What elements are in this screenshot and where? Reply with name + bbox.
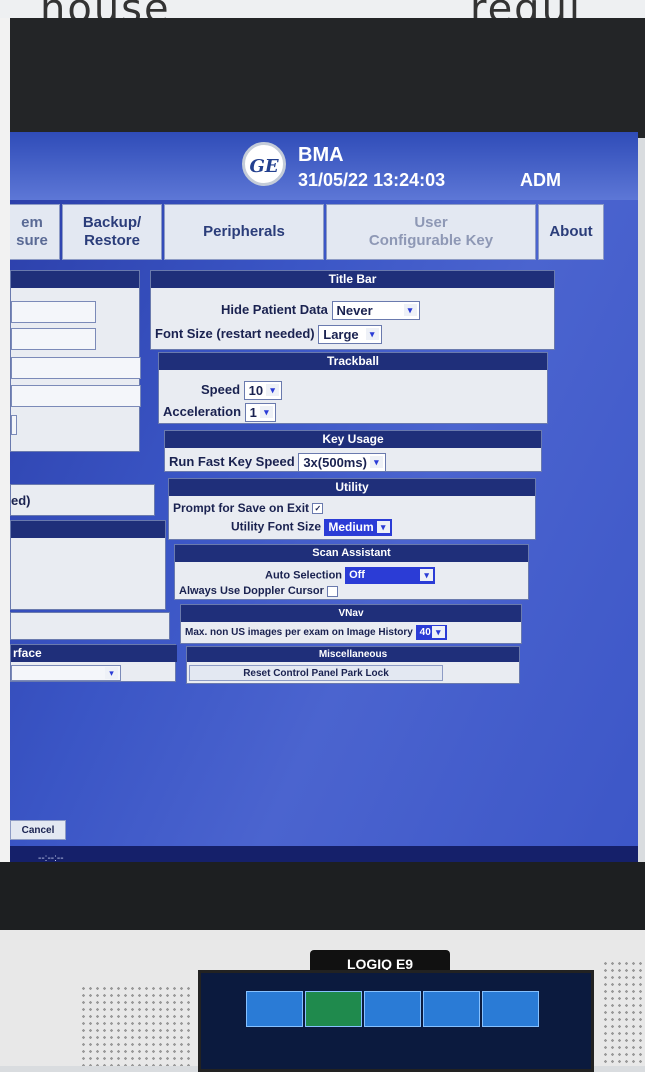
touch-button-5[interactable] — [482, 991, 539, 1027]
speed-select[interactable]: 10 ▾ — [243, 381, 283, 400]
font-size-value: Large — [323, 327, 359, 342]
monitor-bezel-top — [0, 18, 645, 138]
font-size-label: Font Size (restart needed) — [155, 325, 315, 341]
title-bar-panel: Title Bar Hide Patient Data Never ▾ Font… — [150, 270, 555, 350]
left-input-4[interactable] — [11, 385, 141, 407]
hide-patient-row: Hide Patient Data Never ▾ — [221, 301, 420, 320]
key-usage-panel: Key Usage Run Fast Key Speed 3x(500ms) ▾ — [164, 430, 542, 472]
acceleration-label: Acceleration — [163, 403, 242, 419]
auto-selection-label: Auto Selection — [265, 569, 343, 582]
prompt-save-row: Prompt for Save on Exit ✓ — [173, 501, 324, 515]
header-datetime: 31/05/22 13:24:03 — [298, 170, 446, 190]
auto-selection-row: Auto Selection Off ▾ — [265, 567, 436, 584]
left-panel-item: ed) — [10, 484, 155, 516]
chevron-down-icon: ▾ — [365, 328, 379, 340]
touch-button-1[interactable] — [246, 991, 303, 1027]
header-name: BMA — [298, 144, 344, 166]
utility-font-label: Utility Font Size — [231, 519, 321, 534]
left-input-5[interactable] — [11, 415, 17, 435]
speed-row: Speed 10 ▾ — [201, 381, 283, 400]
ge-logo-icon: GE — [242, 142, 286, 186]
touch-button-4[interactable] — [423, 991, 480, 1027]
touch-panel — [198, 970, 594, 1072]
left-panel-item-label: ed) — [11, 493, 31, 508]
vnav-max-value: 40 — [419, 627, 431, 638]
left-interface-select[interactable]: ▾ — [11, 665, 121, 681]
vnav-header: VNav — [181, 605, 521, 622]
left-panel-interface: rface ▾ — [10, 644, 177, 682]
left-input-2[interactable] — [11, 328, 96, 350]
speaker-grille-left — [80, 985, 190, 1066]
left-input-1[interactable] — [11, 301, 96, 323]
tab-peripherals[interactable]: Peripherals — [164, 204, 324, 260]
prompt-save-checkbox[interactable]: ✓ — [312, 503, 324, 515]
fast-key-label: Run Fast Key Speed — [169, 453, 295, 469]
speed-value: 10 — [248, 383, 264, 398]
monitor-bezel-bottom — [0, 862, 645, 940]
chevron-down-icon: ▾ — [369, 456, 383, 468]
doppler-label: Always Use Doppler Cursor — [179, 585, 324, 597]
tab-user-configurable-key[interactable]: User Configurable Key — [326, 204, 536, 260]
vnav-max-select[interactable]: 40 ▾ — [415, 625, 447, 640]
fast-key-select[interactable]: 3x(500ms) ▾ — [298, 453, 386, 472]
scan-assistant-panel: Scan Assistant Auto Selection Off ▾ Alwa… — [174, 544, 529, 600]
touch-button-2[interactable] — [305, 991, 362, 1027]
header-user: ADM — [520, 170, 561, 190]
chevron-down-icon: ▾ — [105, 667, 118, 679]
chevron-down-icon: ▾ — [403, 304, 417, 316]
acceleration-select[interactable]: 1 ▾ — [244, 403, 276, 422]
prompt-save-label: Prompt for Save on Exit — [173, 501, 310, 515]
reset-park-lock-button[interactable]: Reset Control Panel Park Lock — [189, 665, 443, 681]
left-panel-top — [10, 270, 141, 452]
utility-header: Utility — [169, 479, 535, 496]
speaker-grille-right — [602, 960, 645, 1066]
hide-patient-label: Hide Patient Data — [221, 301, 328, 317]
chevron-down-icon: ▾ — [420, 569, 434, 581]
fast-key-value: 3x(500ms) — [303, 455, 367, 470]
chevron-down-icon: ▾ — [376, 521, 390, 533]
left-section-header — [11, 271, 139, 288]
vnav-max-label: Max. non US images per exam on Image His… — [185, 627, 413, 639]
left-input-3[interactable] — [11, 357, 141, 379]
screen: GE BMA 31/05/22 13:24:03 ADM em sure Bac… — [10, 132, 638, 872]
left-panel-field — [10, 612, 170, 640]
tab-system-measure[interactable]: em sure — [10, 204, 60, 260]
auto-selection-select[interactable]: Off ▾ — [345, 567, 436, 584]
fast-key-row: Run Fast Key Speed 3x(500ms) ▾ — [169, 453, 386, 472]
doppler-row: Always Use Doppler Cursor — [179, 585, 338, 597]
left-panel-middle — [10, 520, 166, 610]
utility-font-row: Utility Font Size Medium ▾ — [231, 519, 392, 536]
utility-panel: Utility Prompt for Save on Exit ✓ Utilit… — [168, 478, 536, 540]
left-interface-header: rface — [11, 645, 177, 662]
doppler-checkbox[interactable] — [326, 585, 338, 597]
title-bar-header: Title Bar — [151, 271, 554, 288]
font-size-row: Font Size (restart needed) Large ▾ — [155, 325, 382, 344]
auto-selection-value: Off — [349, 569, 365, 581]
tab-backup-restore[interactable]: Backup/ Restore — [62, 204, 162, 260]
title-header: GE BMA 31/05/22 13:24:03 ADM — [10, 132, 638, 200]
acceleration-row: Acceleration 1 ▾ — [163, 403, 276, 422]
utility-font-select[interactable]: Medium ▾ — [324, 519, 392, 536]
touch-button-3[interactable] — [364, 991, 421, 1027]
acceleration-value: 1 — [249, 405, 257, 420]
trackball-header: Trackball — [159, 353, 547, 370]
misc-header: Miscellaneous — [187, 647, 519, 662]
trackball-panel: Trackball Speed 10 ▾ Acceleration 1 ▾ — [158, 352, 548, 424]
cancel-button[interactable]: Cancel — [10, 820, 66, 840]
utility-font-value: Medium — [328, 520, 374, 534]
font-size-select[interactable]: Large ▾ — [318, 325, 382, 344]
vnav-max-row: Max. non US images per exam on Image His… — [185, 625, 447, 640]
left-middle-header — [11, 521, 165, 538]
misc-panel: Miscellaneous Reset Control Panel Park L… — [186, 646, 520, 684]
chevron-down-icon: ▾ — [431, 626, 445, 638]
scan-assistant-header: Scan Assistant — [175, 545, 528, 562]
key-usage-header: Key Usage — [165, 431, 541, 448]
chevron-down-icon: ▾ — [259, 406, 273, 418]
hide-patient-value: Never — [336, 303, 373, 318]
tab-about[interactable]: About — [538, 204, 604, 260]
vnav-panel: VNav Max. non US images per exam on Imag… — [180, 604, 522, 644]
hide-patient-select[interactable]: Never ▾ — [331, 301, 420, 320]
chevron-down-icon: ▾ — [266, 384, 280, 396]
speed-label: Speed — [201, 381, 241, 397]
